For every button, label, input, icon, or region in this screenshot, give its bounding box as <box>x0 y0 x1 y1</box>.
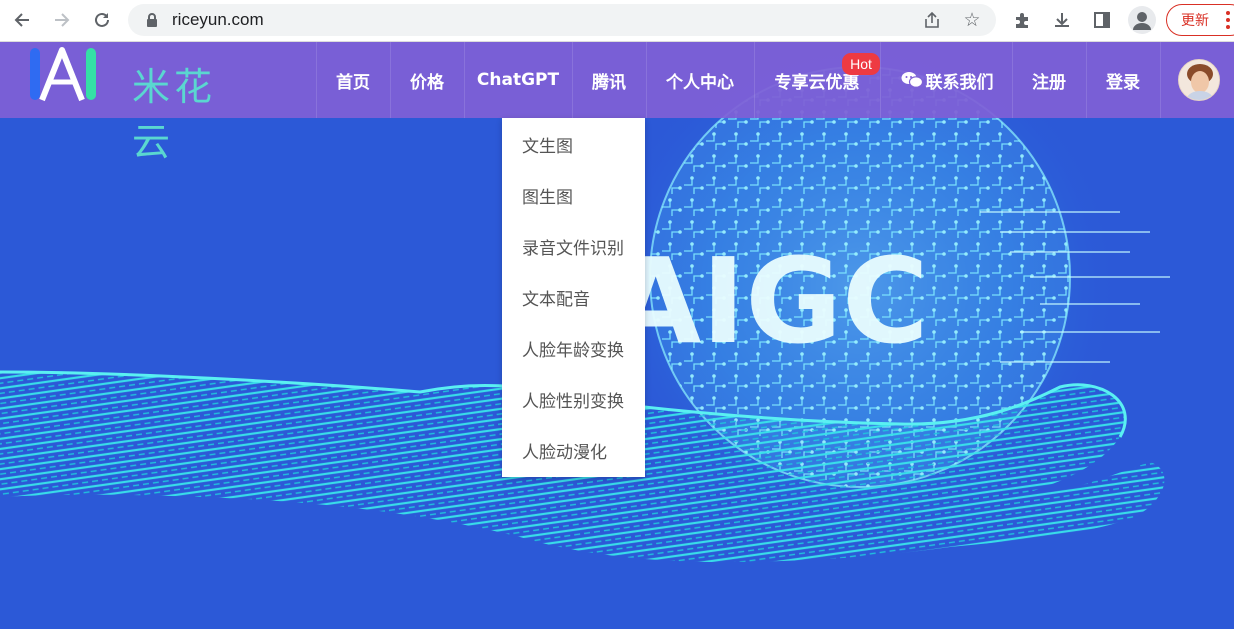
nav-login[interactable]: 登录 <box>1096 42 1150 118</box>
kebab-menu-icon[interactable] <box>1226 11 1230 29</box>
nav-user-center[interactable]: 个人中心 <box>656 42 744 118</box>
menu-item-audio-recognition[interactable]: 录音文件识别 <box>522 234 624 259</box>
nav-register[interactable]: 注册 <box>1022 42 1076 118</box>
menu-item-face-gender[interactable]: 人脸性别变换 <box>522 387 624 412</box>
site-header: 米花云 首页 价格 ChatGPT 腾讯 个人中心 专享云优惠 联系我们 注册 … <box>0 42 1234 164</box>
site-logo[interactable]: 米花云 <box>28 44 248 164</box>
menu-item-face-age[interactable]: 人脸年龄变换 <box>522 336 624 361</box>
menu-item-image-to-image[interactable]: 图生图 <box>522 183 573 208</box>
menu-item-face-anime[interactable]: 人脸动漫化 <box>522 438 607 463</box>
chatgpt-dropdown-menu: 文生图 图生图 录音文件识别 文本配音 人脸年龄变换 人脸性别变换 人脸动漫化 <box>502 118 645 477</box>
hot-badge: Hot <box>842 53 880 75</box>
puzzle-icon[interactable] <box>1010 8 1034 32</box>
nav-contact-label: 联系我们 <box>925 72 994 93</box>
nav-tencent[interactable]: 腾讯 <box>582 42 636 118</box>
side-panel-icon[interactable] <box>1090 8 1114 32</box>
back-icon[interactable] <box>8 6 36 34</box>
profile-icon[interactable] <box>1128 6 1156 34</box>
logo-mark-icon <box>30 47 96 102</box>
nav-chatgpt[interactable]: ChatGPT <box>474 42 562 118</box>
nav-pricing[interactable]: 价格 <box>400 42 454 118</box>
wechat-icon <box>901 72 923 88</box>
share-icon[interactable] <box>922 10 942 30</box>
star-icon[interactable]: ☆ <box>962 9 982 31</box>
update-button[interactable]: 更新 <box>1166 4 1234 36</box>
address-bar[interactable]: riceyun.com ☆ <box>128 4 996 36</box>
download-icon[interactable] <box>1050 8 1074 32</box>
url-text[interactable]: riceyun.com <box>172 10 264 30</box>
avatar[interactable] <box>1178 59 1220 101</box>
forward-icon[interactable] <box>48 6 76 34</box>
browser-toolbar: riceyun.com ☆ 更新 <box>0 0 1234 42</box>
menu-item-text-to-image[interactable]: 文生图 <box>522 132 573 157</box>
nav-contact[interactable]: 联系我们 <box>896 42 998 118</box>
menu-item-text-to-speech[interactable]: 文本配音 <box>522 285 590 310</box>
reload-icon[interactable] <box>88 6 116 34</box>
lock-icon[interactable] <box>146 12 158 28</box>
nav-home[interactable]: 首页 <box>326 42 380 118</box>
hero-headline: AIGC <box>610 232 929 370</box>
logo-text: 米花云 <box>132 65 217 164</box>
update-label: 更新 <box>1181 13 1209 29</box>
